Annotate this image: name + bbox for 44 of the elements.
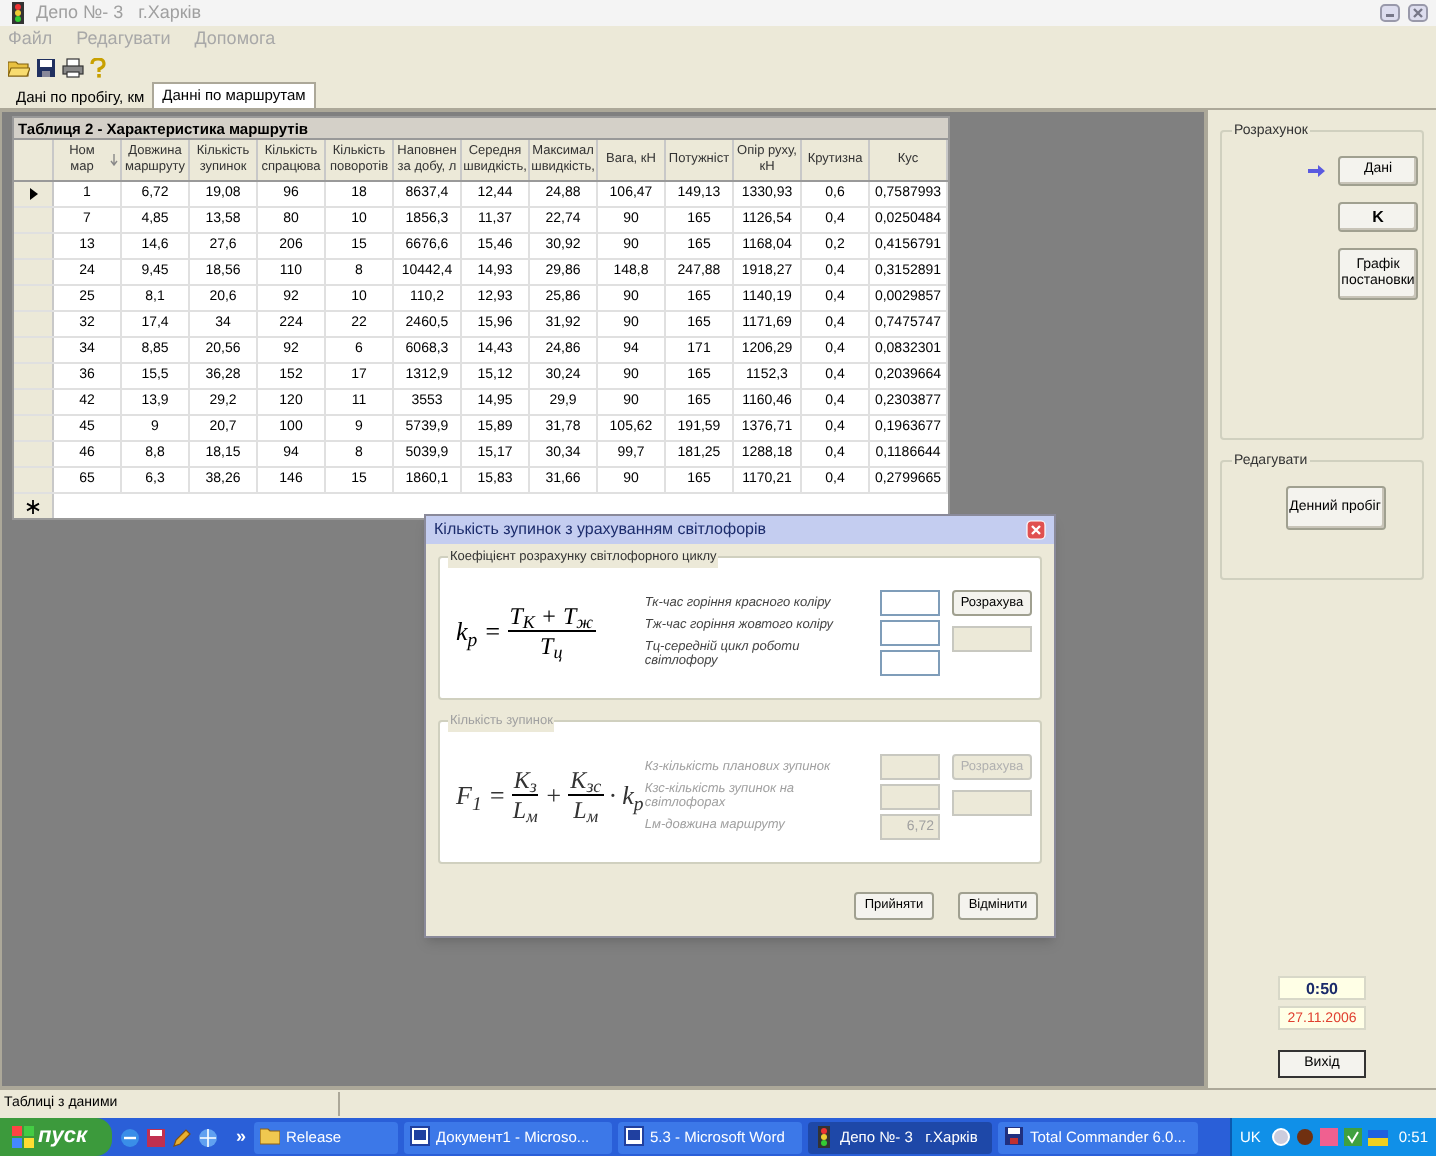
formula-text: · k$_{p}$ [609,778,644,816]
fraction-denominator: L$_{м}$ [512,796,538,824]
fraction-denominator: T$_{ц}$ [540,632,563,660]
result-field [952,790,1032,816]
current-row-icon [29,188,37,200]
checkmark-icon[interactable] [1344,1128,1363,1146]
formula-text: k$_{p}$ = [456,614,502,652]
document-icon [410,1126,431,1148]
help-icon[interactable] [90,57,106,77]
fraction-numerator: K$_{з}$ [511,768,539,796]
printer-icon[interactable] [62,57,84,77]
fraction-numerator: T$_{К}$ + T$_{ж}$ [507,604,596,632]
floppy-icon [1004,1126,1025,1148]
folder-icon [260,1126,281,1148]
more-button[interactable]: » [236,1123,247,1151]
formula-text: F$_{1}$ = [456,778,506,816]
formula-text: + [544,778,563,815]
dialog-title: Кількість зупинок з урахуванням світлофорів [434,518,767,542]
fraction-denominator: L$_{м}$ [573,796,599,824]
minimize-icon[interactable] [1380,4,1400,22]
flag-icon[interactable] [1368,1129,1389,1145]
input-field[interactable] [880,589,940,615]
ball-icon[interactable] [1296,1128,1315,1146]
globe-icon[interactable] [198,1127,218,1147]
pencil-icon[interactable] [172,1127,192,1147]
floppy-icon[interactable] [146,1127,166,1147]
row-selector[interactable] [14,494,54,518]
save-icon[interactable] [36,57,56,77]
windows-logo-icon [12,1126,34,1148]
open-folder-icon[interactable] [8,57,30,77]
close-icon[interactable] [1408,4,1428,22]
traffic-light-icon [814,1126,835,1148]
result-field [952,626,1032,652]
row-selector[interactable] [14,182,54,206]
document-icon [624,1126,645,1148]
fraction-numerator: K$_{зс}$ [568,768,604,796]
clock-display: 0:50 [1278,976,1366,1000]
window-title: Депо №- 3 г.Харків [36,0,202,26]
asterisk-icon [26,499,40,513]
input-field[interactable] [880,619,940,645]
start-button[interactable]: пуск [0,1118,112,1156]
traffic-light-icon [8,2,28,24]
button[interactable]: K [1338,202,1418,232]
input-field[interactable] [880,649,940,675]
